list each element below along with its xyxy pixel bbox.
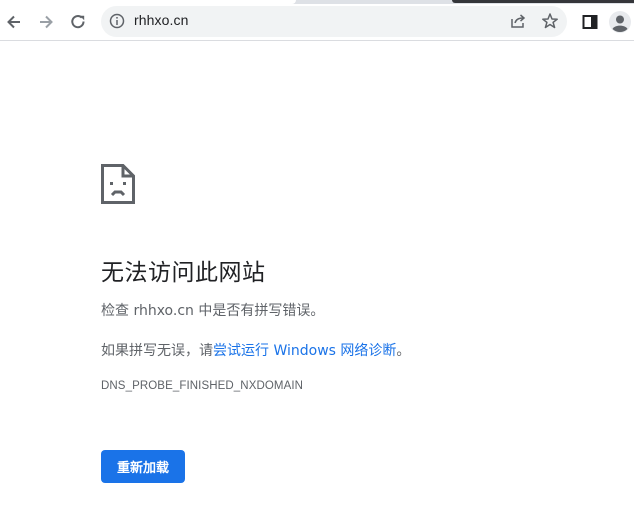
info-icon[interactable] xyxy=(109,13,125,29)
url-text[interactable]: rhhxo.cn xyxy=(134,12,189,28)
back-button[interactable] xyxy=(0,8,28,36)
diagnostics-hint-prefix: 如果拼写无误，请 xyxy=(101,343,213,359)
reload-page-button[interactable] xyxy=(64,8,92,36)
address-bar[interactable]: rhhxo.cn xyxy=(101,6,567,37)
diagnostics-hint: 如果拼写无误，请尝试运行 Windows 网络诊断。 xyxy=(101,340,410,360)
star-icon[interactable] xyxy=(541,12,559,30)
forward-button[interactable] xyxy=(32,8,60,36)
forward-arrow-icon xyxy=(40,15,53,29)
window-frame-region xyxy=(452,0,634,3)
reload-icon xyxy=(71,15,85,29)
share-icon[interactable] xyxy=(509,12,527,30)
browser-toolbar: rhhxo.cn xyxy=(0,4,634,41)
avatar-icon xyxy=(609,11,631,33)
error-title: 无法访问此网站 xyxy=(101,260,266,286)
reload-button[interactable]: 重新加载 xyxy=(101,450,185,483)
network-diagnostics-link[interactable]: 尝试运行 Windows 网络诊断 xyxy=(213,343,396,359)
back-arrow-icon xyxy=(7,15,20,29)
side-panel-button[interactable] xyxy=(576,8,604,36)
profile-button[interactable] xyxy=(606,8,634,36)
diagnostics-hint-suffix: 。 xyxy=(396,343,411,359)
error-code: DNS_PROBE_FINISHED_NXDOMAIN xyxy=(101,380,304,392)
spelling-hint: 检查 rhhxo.cn 中是否有拼写错误。 xyxy=(101,303,325,319)
side-panel-icon xyxy=(582,15,598,29)
sad-page-icon xyxy=(101,164,135,204)
